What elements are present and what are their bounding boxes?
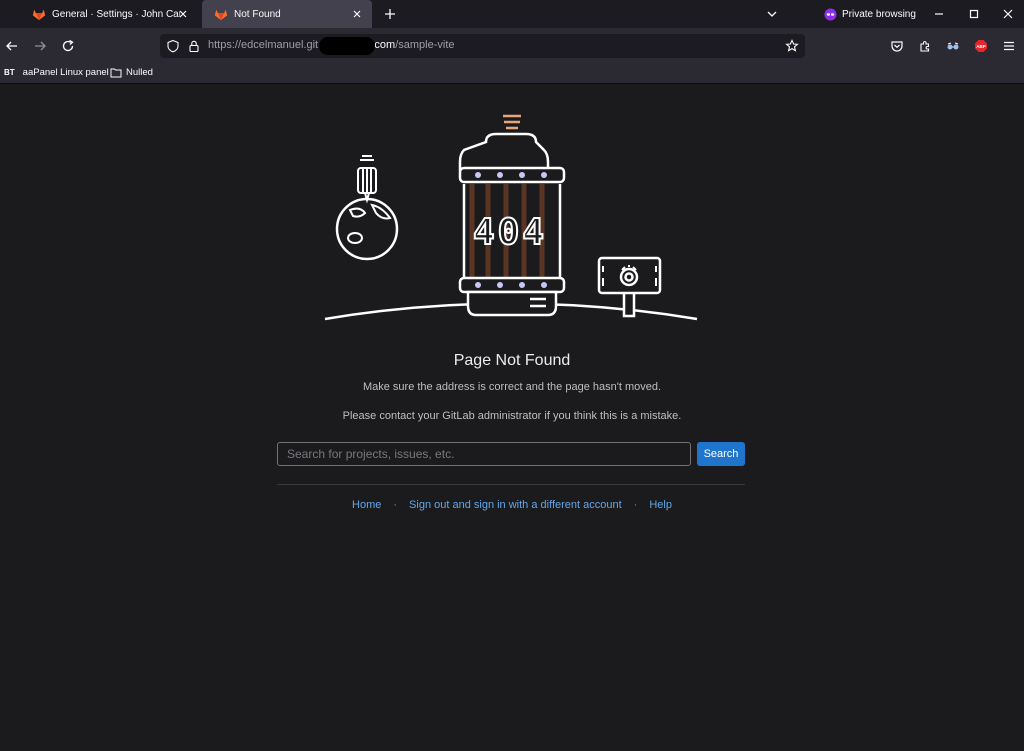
lock-icon[interactable] (187, 39, 201, 53)
404-illustration: 404 (324, 114, 698, 321)
contact-admin-text: Please contact your GitLab administrator… (342, 410, 682, 422)
footer-links: Home · Sign out and sign in with a differe… (0, 499, 1024, 511)
search-form: Search (277, 442, 745, 466)
help-link[interactable]: Help (649, 499, 672, 511)
back-arrow-icon[interactable] (5, 39, 19, 53)
tab-strip: General · Settings · John Carl Ed Not Fo… (0, 0, 1024, 28)
url-prefix: https://edcelmanuel.git. (208, 39, 322, 51)
close-tab-icon[interactable] (350, 7, 364, 21)
bt-badge-icon: BT (4, 68, 15, 77)
extension-glasses-icon[interactable] (946, 39, 960, 53)
sign-out-link[interactable]: Sign out and sign in with a different ac… (409, 499, 622, 511)
forward-arrow-icon[interactable] (33, 39, 47, 53)
adblock-plus-icon[interactable]: ABP (974, 39, 988, 53)
tab-not-found[interactable]: Not Found (202, 0, 372, 28)
search-button[interactable]: Search (697, 442, 745, 466)
home-link[interactable]: Home (352, 499, 381, 511)
redaction-mark (319, 37, 375, 55)
separator-dot: · (393, 499, 398, 511)
tab-title: General · Settings · John Carl Ed (52, 8, 180, 20)
private-browsing-label: Private browsing (842, 8, 916, 20)
separator-dot: · (633, 499, 638, 511)
extensions-puzzle-icon[interactable] (918, 39, 932, 53)
address-bar[interactable]: https://edcelmanuel.git. ub.com/sample-vi… (160, 34, 805, 58)
list-all-tabs-chevron-icon[interactable] (765, 7, 779, 21)
url-path: /sample-vite (395, 39, 455, 51)
tab-title: Not Found (234, 8, 281, 20)
page-title: Page Not Found (453, 352, 571, 369)
private-browsing-indicator: Private browsing (824, 0, 916, 28)
lantern-404-icon: 404 (458, 114, 566, 317)
bookmark-aapanel[interactable]: BT aaPanel Linux panel (4, 67, 109, 78)
404-text: 404 (473, 212, 547, 253)
planet-icon (335, 197, 399, 261)
private-mask-icon (824, 7, 837, 21)
close-window-icon[interactable] (1001, 7, 1015, 21)
bookmark-star-icon[interactable] (785, 39, 799, 53)
bookmark-folder-nulled[interactable]: Nulled (110, 67, 153, 78)
minimize-window-icon[interactable] (932, 7, 946, 21)
svg-text:ABP: ABP (976, 44, 986, 49)
divider (277, 484, 745, 485)
reload-icon[interactable] (61, 39, 75, 53)
hamburger-menu-icon[interactable] (1002, 39, 1016, 53)
bookmark-label: Nulled (126, 67, 153, 78)
pocket-icon[interactable] (890, 39, 904, 53)
gitlab-favicon-icon (214, 9, 228, 21)
folder-icon (110, 68, 122, 78)
bookmarks-toolbar: BT aaPanel Linux panel Nulled (0, 64, 1024, 84)
new-tab-plus-icon[interactable] (383, 7, 397, 21)
address-hint-text: Make sure the address is correct and the… (362, 381, 662, 393)
gitlab-favicon-icon (32, 9, 46, 21)
bookmark-label: aaPanel Linux panel (22, 67, 109, 78)
maximize-window-icon[interactable] (967, 7, 981, 21)
close-tab-icon[interactable] (176, 7, 190, 21)
small-tower-icon (357, 155, 377, 204)
tab-general-settings[interactable]: General · Settings · John Carl Ed (20, 0, 198, 28)
navigation-toolbar: https://edcelmanuel.git. ub.com/sample-vi… (0, 28, 1024, 64)
search-input[interactable] (277, 442, 691, 466)
shield-icon[interactable] (166, 39, 180, 53)
